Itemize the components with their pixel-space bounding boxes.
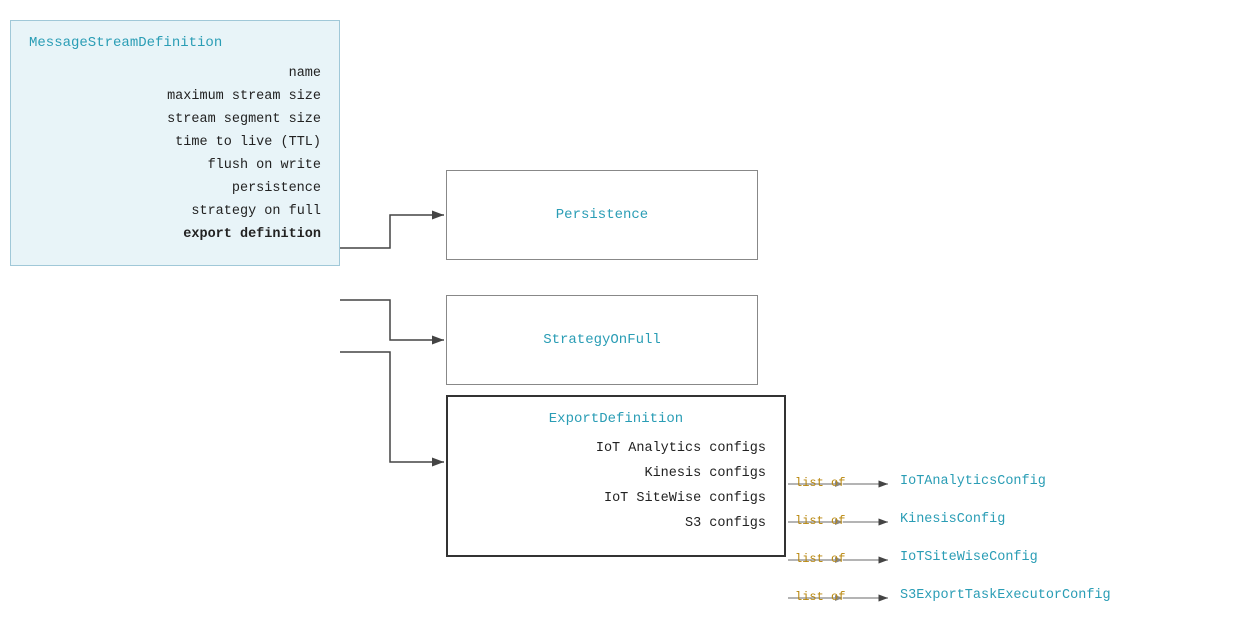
- type-label-iot-sitewise: IoTSiteWiseConfig: [900, 550, 1038, 565]
- field-export-definition: export definition: [29, 224, 321, 247]
- list-of-label-3: list of: [795, 552, 845, 566]
- export-box-title: ExportDefinition: [466, 411, 766, 427]
- list-of-label-1: list of: [795, 476, 845, 490]
- field-flush-on-write: flush on write: [29, 155, 321, 178]
- export-field-iot-sitewise: IoT SiteWise configs: [466, 487, 766, 512]
- field-name: name: [29, 63, 321, 86]
- field-ttl: time to live (TTL): [29, 132, 321, 155]
- export-box: ExportDefinition IoT Analytics configs K…: [446, 395, 786, 557]
- strategy-box: StrategyOnFull: [446, 295, 758, 385]
- diagram-container: MessageStreamDefinition name maximum str…: [0, 0, 1257, 622]
- type-label-iot-analytics: IoTAnalyticsConfig: [900, 474, 1046, 489]
- export-field-iot-analytics: IoT Analytics configs: [466, 437, 766, 462]
- export-field-s3: S3 configs: [466, 512, 766, 537]
- field-strategy-on-full: strategy on full: [29, 201, 321, 224]
- field-persistence: persistence: [29, 178, 321, 201]
- main-box-title: MessageStreamDefinition: [29, 35, 321, 51]
- type-label-kinesis: KinesisConfig: [900, 512, 1005, 527]
- export-field-kinesis: Kinesis configs: [466, 462, 766, 487]
- list-of-label-2: list of: [795, 514, 845, 528]
- type-label-s3: S3ExportTaskExecutorConfig: [900, 588, 1111, 603]
- field-stream-segment-size: stream segment size: [29, 109, 321, 132]
- main-box: MessageStreamDefinition name maximum str…: [10, 20, 340, 266]
- list-of-label-4: list of: [795, 590, 845, 604]
- persistence-box: Persistence: [446, 170, 758, 260]
- strategy-title: StrategyOnFull: [447, 332, 757, 348]
- persistence-title: Persistence: [447, 207, 757, 223]
- field-max-stream-size: maximum stream size: [29, 86, 321, 109]
